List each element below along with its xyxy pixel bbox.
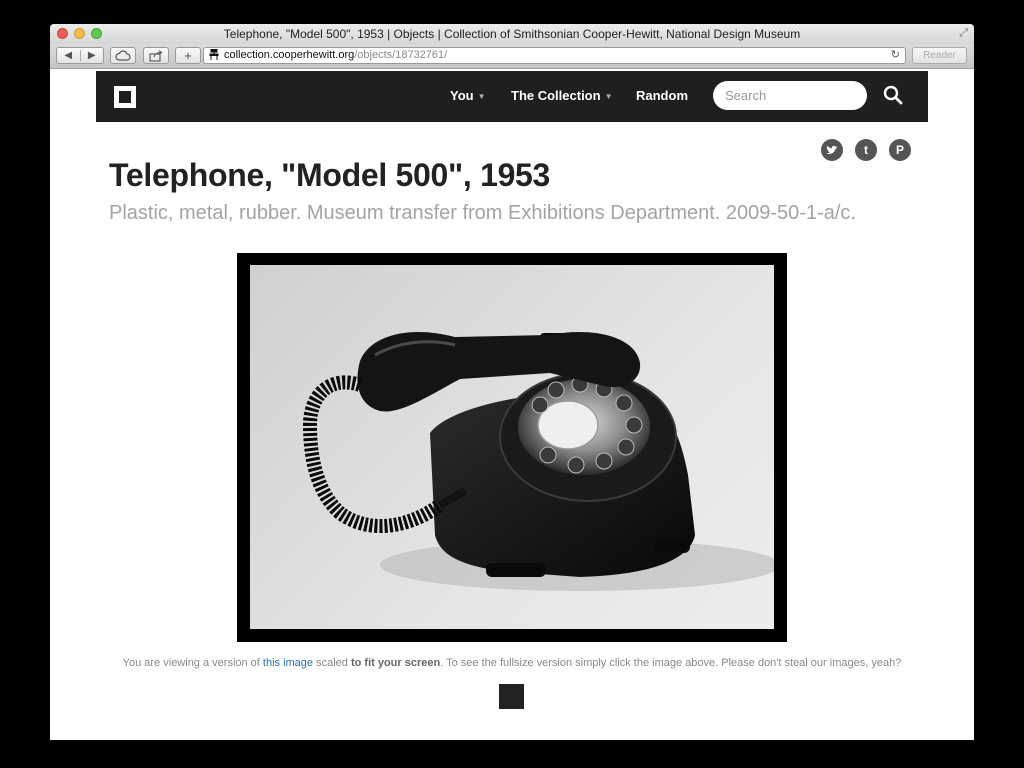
forward-button[interactable]: ▶ <box>81 50 104 61</box>
chevron-down-icon: ▼ <box>477 92 486 102</box>
icloud-tabs-button[interactable] <box>110 47 136 64</box>
new-tab-button[interactable]: + <box>175 47 201 64</box>
site-navigation: You ▼ The Collection ▼ Random <box>96 71 928 122</box>
url-path: /objects/18732761/ <box>354 49 448 61</box>
title-bar: Telephone, "Model 500", 1953 | Objects |… <box>50 24 974 44</box>
window-title: Telephone, "Model 500", 1953 | Objects |… <box>223 27 801 41</box>
this-image-link[interactable]: this image <box>263 657 313 669</box>
caption-prefix: You are viewing a version of <box>122 657 263 669</box>
page-content: You▼ The Collection▼ Random t P Telephon… <box>50 69 974 740</box>
object-image-frame[interactable] <box>237 253 787 642</box>
caption-suffix: . To see the fullsize version simply cli… <box>440 657 902 669</box>
fullscreen-icon[interactable]: ⤢ <box>959 27 968 40</box>
back-forward-buttons: ◀ ▶ <box>56 47 104 64</box>
telephone-illustration <box>302 331 774 591</box>
share-icon <box>149 49 163 62</box>
twitter-icon[interactable] <box>821 139 843 161</box>
tumblr-icon[interactable]: t <box>855 139 877 161</box>
site-logo[interactable] <box>114 86 136 108</box>
nav-item-random[interactable]: Random <box>636 88 688 103</box>
nav-item-you[interactable]: You ▼ <box>450 88 486 103</box>
search-input[interactable] <box>713 81 867 110</box>
url-domain: collection.cooperhewitt.org <box>224 49 355 61</box>
twitter-bird-glyph <box>826 145 838 154</box>
reload-icon[interactable]: ↻ <box>891 48 900 63</box>
search-icon[interactable] <box>882 84 904 106</box>
image-caption: You are viewing a version of this image … <box>50 657 974 669</box>
address-bar[interactable]: collection.cooperhewitt.org/objects/1873… <box>203 47 906 64</box>
share-button[interactable] <box>143 47 169 64</box>
cloud-icon <box>115 50 131 61</box>
nav-collection-label: The Collection <box>511 88 601 103</box>
footer-logo[interactable] <box>499 684 524 709</box>
object-details: Plastic, metal, rubber. Museum transfer … <box>109 202 856 224</box>
pinterest-icon[interactable]: P <box>889 139 911 161</box>
nav-you-label: You <box>450 88 474 103</box>
object-title: Telephone, "Model 500", 1953 <box>109 157 551 193</box>
logo-square <box>119 91 131 103</box>
object-image[interactable] <box>250 265 774 629</box>
browser-toolbar: ◀ ▶ + collection.cooperhewitt.org/object… <box>50 44 974 69</box>
chair-favicon-icon <box>209 48 219 65</box>
nav-item-the-collection[interactable]: The Collection ▼ <box>511 88 612 103</box>
back-button[interactable]: ◀ <box>57 50 81 61</box>
caption-middle: scaled <box>313 657 351 669</box>
browser-window: Telephone, "Model 500", 1953 | Objects |… <box>50 24 974 740</box>
caption-bold: to fit your screen <box>350 657 441 669</box>
reader-button[interactable]: Reader <box>912 47 967 64</box>
chevron-down-icon: ▼ <box>604 92 613 102</box>
